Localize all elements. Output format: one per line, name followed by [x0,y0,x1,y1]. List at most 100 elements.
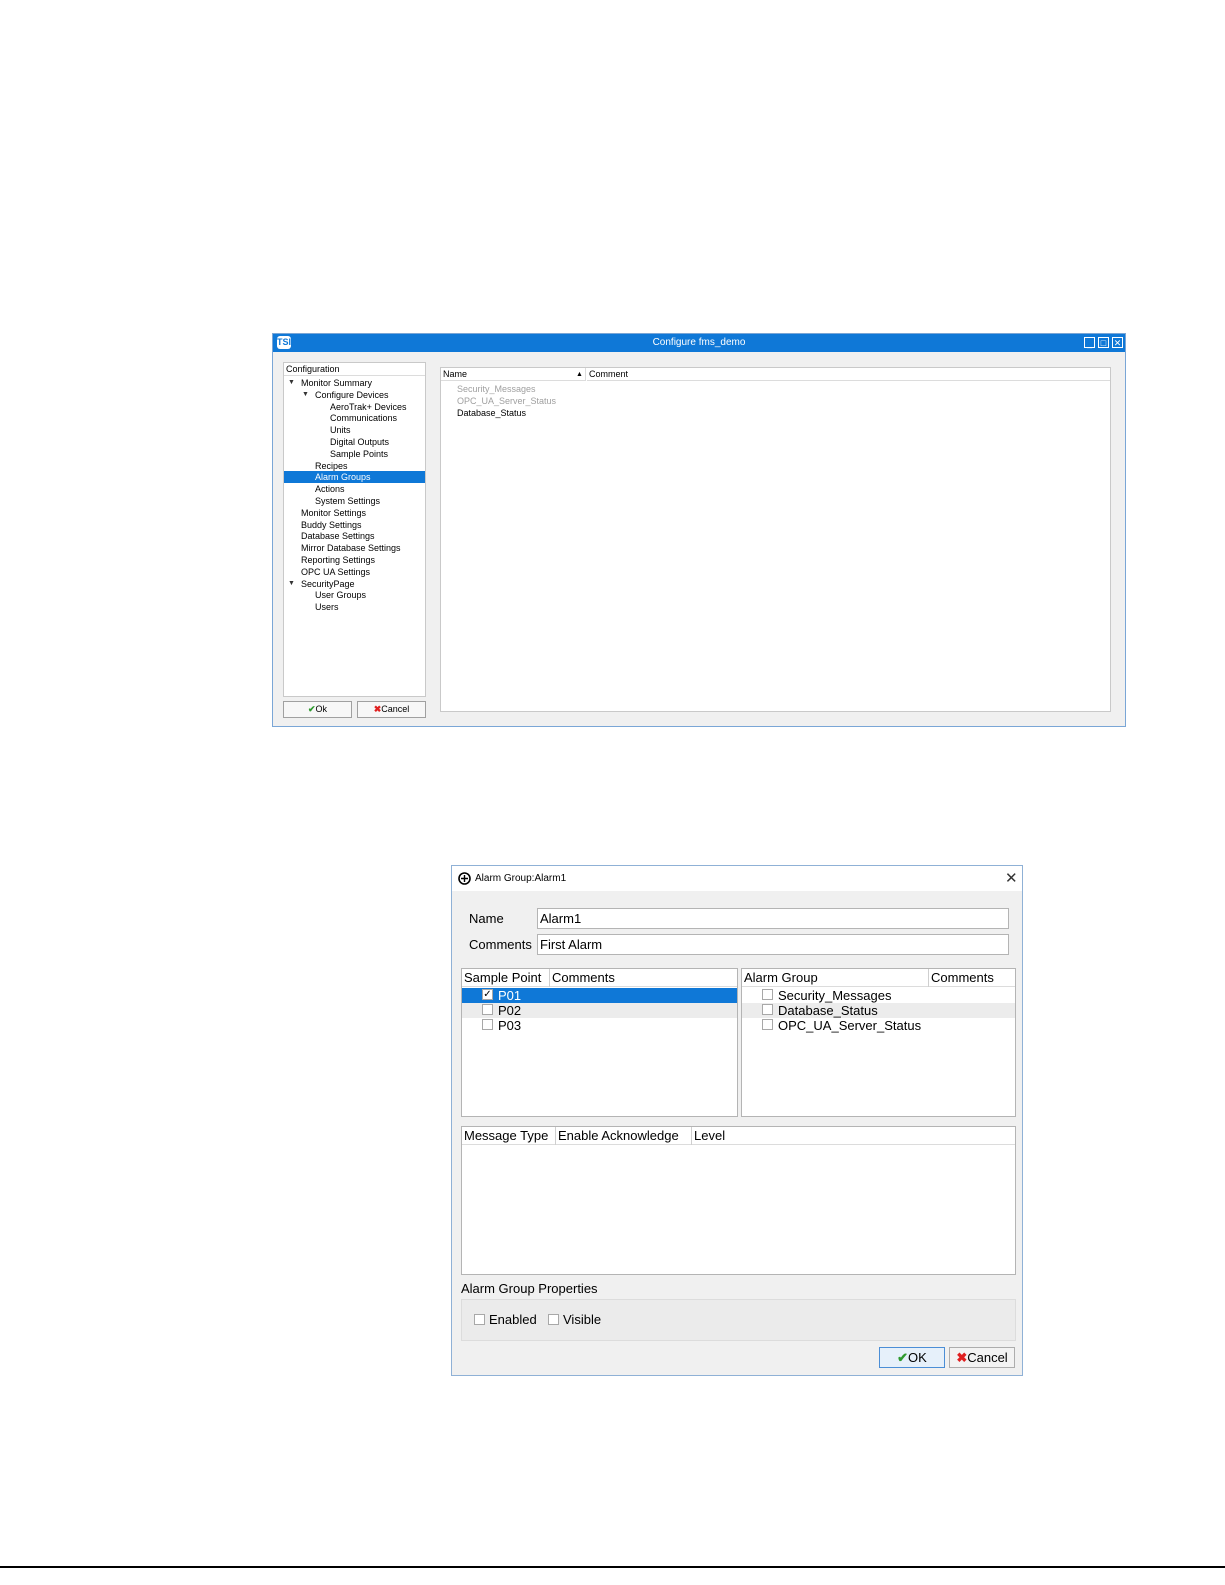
column-divider[interactable] [691,1127,692,1145]
row-checkbox[interactable] [762,989,773,1000]
minimize-icon[interactable]: _ [1084,337,1095,348]
enable-ack-column-header[interactable]: Enable Acknowledge [558,1127,679,1145]
tree-item[interactable]: User Groups [284,589,425,601]
enabled-label[interactable]: Enabled [489,1312,537,1327]
tree-item[interactable]: Monitor Settings [284,507,425,519]
tree-header: Configuration [284,363,425,376]
name-column-label: Name [443,369,468,379]
cancel-label: Cancel [381,704,410,714]
sample-point-column-header[interactable]: Sample Point [464,970,541,985]
expand-arrow-icon[interactable]: ▼ [302,389,309,401]
tree-item-label: Monitor Summary [301,378,373,388]
tree-item-label: SecurityPage [301,578,355,589]
list-item[interactable]: Database_Status [457,407,526,419]
tree-item[interactable]: Reporting Settings [284,554,425,566]
tree-item-label: OPC UA Settings [301,566,371,577]
sample-point-table[interactable]: Sample Point Comments ✓ P01 P02 P03 [461,968,738,1117]
configure-window-title: Configure fms_demo [652,337,746,348]
alarm-group-table[interactable]: Alarm Group Comments Security_Messages Da… [741,968,1016,1117]
row-checkbox[interactable]: ✓ [482,989,493,1000]
tree-item[interactable]: Digital Outputs [284,436,425,448]
tree-item[interactable]: Mirror Database Settings [284,542,425,554]
ok-label: OK [908,1350,927,1365]
tree-item[interactable]: Alarm Groups [284,471,425,484]
ok-label: Ok [315,704,328,714]
comments-field[interactable]: First Alarm [537,934,1009,955]
row-label: P02 [498,1003,522,1018]
page-bottom-rule [0,1566,1225,1568]
tree-item[interactable]: ▼ Monitor Summary [284,377,425,389]
alarm-group-row[interactable]: OPC_UA_Server_Status [742,1018,1015,1033]
maximize-icon[interactable]: □ [1098,337,1109,348]
sample-point-header-row: Sample Point Comments [462,969,737,987]
tree-item[interactable]: Sample Points [284,448,425,460]
ok-button[interactable]: ✔OK [879,1347,945,1368]
sample-point-rows: ✓ P01 P02 P03 [462,988,737,1048]
tree-item[interactable]: AeroTrak+ Devices [284,401,425,413]
close-icon[interactable]: ✕ [1112,337,1123,348]
row-checkbox[interactable] [482,1019,493,1030]
message-type-column-header[interactable]: Message Type [464,1128,548,1143]
tree-item-label: Reporting Settings [301,555,376,565]
tree-item[interactable]: System Settings [284,495,425,507]
configure-title-bar[interactable]: TSI Configure fms_demo _ □ ✕ [273,334,1125,352]
column-divider[interactable] [549,969,550,987]
name-field[interactable]: Alarm1 [537,908,1009,929]
level-column-header[interactable]: Level [694,1127,725,1145]
list-item[interactable]: OPC_UA_Server_Status [457,395,556,407]
cancel-label: Cancel [967,1350,1008,1365]
row-checkbox[interactable] [762,1019,773,1030]
alarm-group-row[interactable]: Database_Status [742,1003,1015,1018]
tree-item[interactable]: Users [284,601,425,613]
visible-label[interactable]: Visible [563,1312,601,1327]
sample-point-row[interactable]: P03 [462,1018,737,1033]
alarm-group-column-header[interactable]: Alarm Group [744,970,818,985]
tree-item-label: Alarm Groups [315,472,371,483]
tree-item[interactable]: ▼ SecurityPage [284,578,425,590]
row-checkbox[interactable] [482,1004,493,1015]
column-header-comment[interactable]: Comment [587,368,1110,381]
x-icon: ✖ [956,1350,968,1365]
dialog-title-bar[interactable]: Alarm Group:Alarm1 ✕ [452,866,1022,891]
alarm-groups-list[interactable]: Name ▲ Comment Security_Messages OPC_UA_S… [440,367,1111,712]
tree-items: ▼ Monitor Summary ▼ Configure Devices AeroTr… [284,377,425,697]
column-header-name[interactable]: Name ▲ [441,368,586,381]
alarm-group-dialog: Alarm Group:Alarm1 ✕ Name Alarm1 Comment… [451,865,1023,1376]
tree-item[interactable]: Buddy Settings [284,519,425,531]
message-type-table[interactable]: Message Type Enable Acknowledge Level [461,1126,1016,1275]
tree-item-label: Recipes [315,460,348,471]
close-icon[interactable]: ✕ [1005,869,1018,887]
visible-checkbox[interactable] [548,1314,559,1325]
dialog-title: Alarm Group:Alarm1 [475,873,567,884]
tree-item[interactable]: Units [284,424,425,436]
tree-item[interactable]: OPC UA Settings [284,566,425,578]
row-checkbox[interactable] [762,1004,773,1015]
tree-item[interactable]: Recipes [284,460,425,472]
tree-item[interactable]: Communications [284,412,425,424]
tree-item-label: Buddy Settings [301,519,362,530]
expand-arrow-icon[interactable]: ▼ [288,578,295,590]
cancel-button[interactable]: ✖Cancel [949,1347,1015,1368]
tree-item[interactable]: Actions [284,483,425,495]
expand-arrow-icon[interactable]: ▼ [288,377,295,389]
sample-point-row[interactable]: ✓ P01 [462,988,737,1003]
tree-item[interactable]: ▼ Configure Devices [284,389,425,401]
cancel-button[interactable]: ✖Cancel [357,701,426,718]
ok-button[interactable]: ✔Ok [283,701,352,718]
tree-item[interactable]: Database Settings [284,530,425,542]
list-item[interactable]: Security_Messages [457,383,536,395]
sample-point-row[interactable]: P02 [462,1003,737,1018]
alarm-group-row[interactable]: Security_Messages [742,988,1015,1003]
tree-item-label: Monitor Settings [301,507,367,518]
configuration-tree[interactable]: Configuration ▼ Monitor Summary ▼ Configure… [283,362,426,697]
tsi-logo-icon [458,872,471,885]
enabled-checkbox[interactable] [474,1314,485,1325]
column-divider[interactable] [928,969,929,987]
column-divider[interactable] [555,1127,556,1145]
configure-window: TSI Configure fms_demo _ □ ✕ Configurati… [272,333,1126,727]
tree-item-label: Users [315,602,339,613]
checkmark-icon: ✔ [307,704,316,714]
sample-comments-column-header[interactable]: Comments [552,969,615,987]
alarm-comments-column-header[interactable]: Comments [931,969,994,987]
tree-item-label: Actions [315,484,345,495]
